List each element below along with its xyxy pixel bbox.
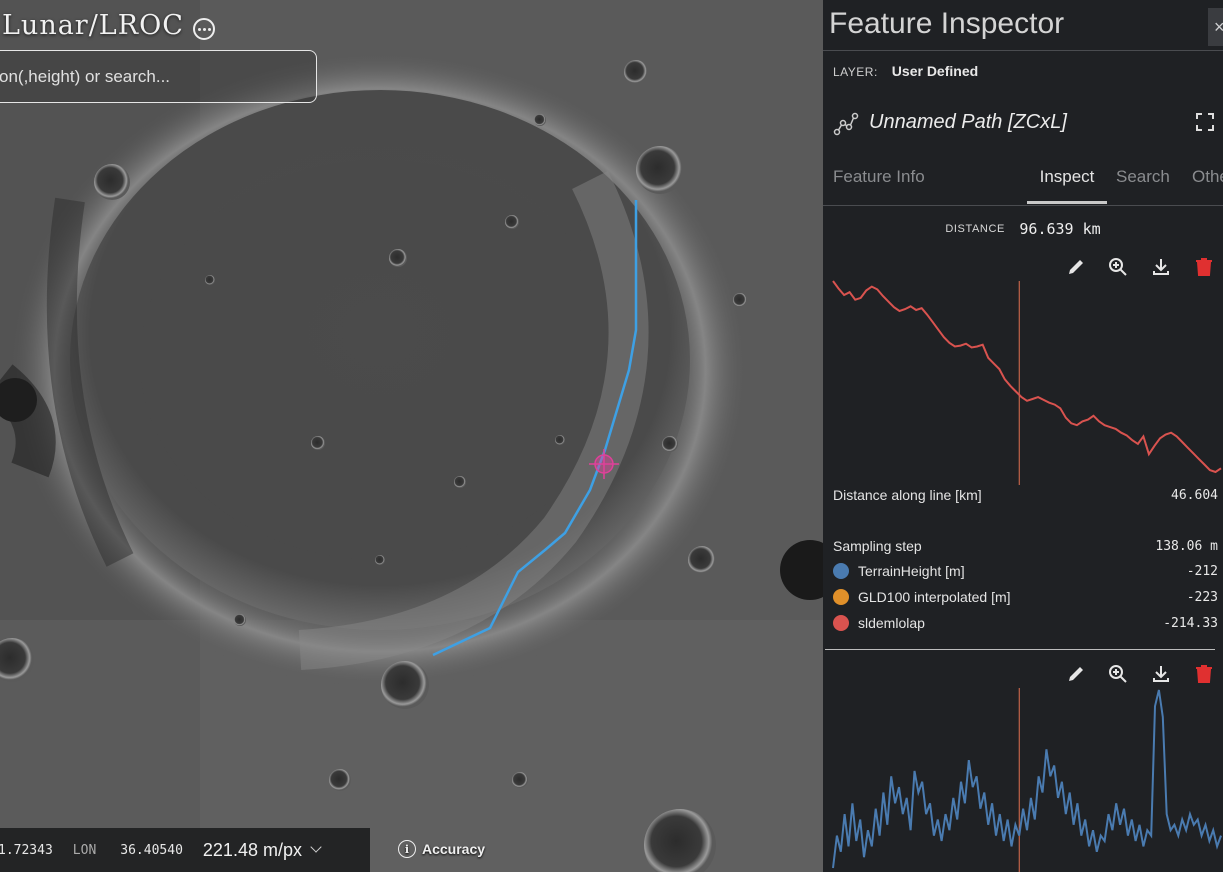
app-title: Lunar/LROC	[2, 10, 184, 41]
lon-label: LON	[72, 842, 97, 858]
search-box[interactable]	[0, 50, 317, 103]
feature-inspector-panel: Feature Inspector × LAYER: User Defined …	[823, 0, 1223, 872]
sampling-row: Sampling step 138.06 m	[833, 538, 1218, 554]
distance-value: 96.639 km	[1019, 220, 1101, 238]
chevron-down-icon[interactable]	[310, 841, 322, 853]
elevation-profile-chart[interactable]	[823, 275, 1223, 490]
legend-dot-red	[833, 615, 849, 631]
path-feature-icon	[833, 112, 859, 136]
legend-value: -212	[1186, 563, 1218, 579]
legend-row-gld100[interactable]: GLD100 interpolated [m] -223	[833, 589, 1218, 605]
layer-row: LAYER: User Defined	[833, 63, 978, 79]
close-button[interactable]: ×	[1208, 8, 1223, 46]
distance-along-label: Distance along line [km]	[833, 487, 982, 503]
slope-profile-chart[interactable]	[823, 686, 1223, 872]
distance-key: DISTANCE	[945, 223, 1005, 235]
legend-row-sldemlolap[interactable]: sldemlolap -214.33	[833, 615, 1218, 631]
lat-value: 1.72343	[0, 842, 53, 858]
coordinate-search-input[interactable]	[0, 51, 316, 102]
distance-along-value: 46.604	[1171, 487, 1218, 503]
series-line	[832, 280, 1222, 474]
legend-label: sldemlolap	[858, 615, 925, 631]
accuracy-button[interactable]: i Accuracy	[398, 840, 485, 858]
legend-dot-orange	[833, 589, 849, 605]
tab-other[interactable]: Othe	[1192, 158, 1223, 204]
accuracy-label: Accuracy	[422, 841, 486, 857]
lon-value: 36.40540	[120, 842, 183, 858]
divider	[825, 649, 1215, 650]
divider	[823, 205, 1223, 206]
divider	[823, 50, 1223, 51]
sampling-value: 138.06 m	[1155, 538, 1218, 554]
legend-label: GLD100 interpolated [m]	[858, 589, 1011, 605]
legend-value: -223	[1186, 589, 1218, 605]
trash-icon[interactable]	[1193, 663, 1215, 685]
coordinate-bar: 1.72343 LON 36.40540 221.48 m/px	[0, 828, 370, 872]
tab-inspect[interactable]: Inspect	[1027, 158, 1107, 204]
layer-key: LAYER:	[833, 65, 878, 79]
distance-row: DISTANCE 96.639 km	[823, 220, 1223, 238]
scale-value[interactable]: 221.48 m/px	[203, 840, 302, 861]
map-viewport[interactable]: Lunar/LROC 1.72343 LON 36.40540 221.48 m…	[0, 0, 823, 872]
distance-along-row: Distance along line [km] 46.604	[833, 487, 1218, 503]
tab-bar: Feature Info Inspect Search Othe	[823, 158, 1223, 206]
pencil-icon[interactable]	[1065, 663, 1087, 685]
feature-name: Unnamed Path [ZCxL]	[869, 111, 1067, 133]
series-line	[832, 689, 1222, 869]
tab-feature-info[interactable]: Feature Info	[833, 158, 925, 204]
legend-row-terrain-height[interactable]: TerrainHeight [m] -212	[833, 563, 1218, 579]
layer-value: User Defined	[891, 63, 979, 79]
lunar-terrain-image[interactable]	[0, 0, 823, 872]
legend-value: -214.33	[1163, 615, 1218, 631]
fullscreen-icon[interactable]	[1195, 112, 1215, 132]
mission-info-icon[interactable]	[193, 18, 215, 40]
tab-search[interactable]: Search	[1116, 158, 1170, 204]
panel-title: Feature Inspector	[829, 7, 1065, 40]
sampling-label: Sampling step	[833, 538, 922, 554]
download-icon[interactable]	[1150, 663, 1172, 685]
zoom-in-icon[interactable]	[1107, 663, 1129, 685]
info-icon: i	[398, 840, 416, 858]
legend-label: TerrainHeight [m]	[858, 563, 965, 579]
close-icon: ×	[1214, 16, 1223, 37]
legend-dot-blue	[833, 563, 849, 579]
